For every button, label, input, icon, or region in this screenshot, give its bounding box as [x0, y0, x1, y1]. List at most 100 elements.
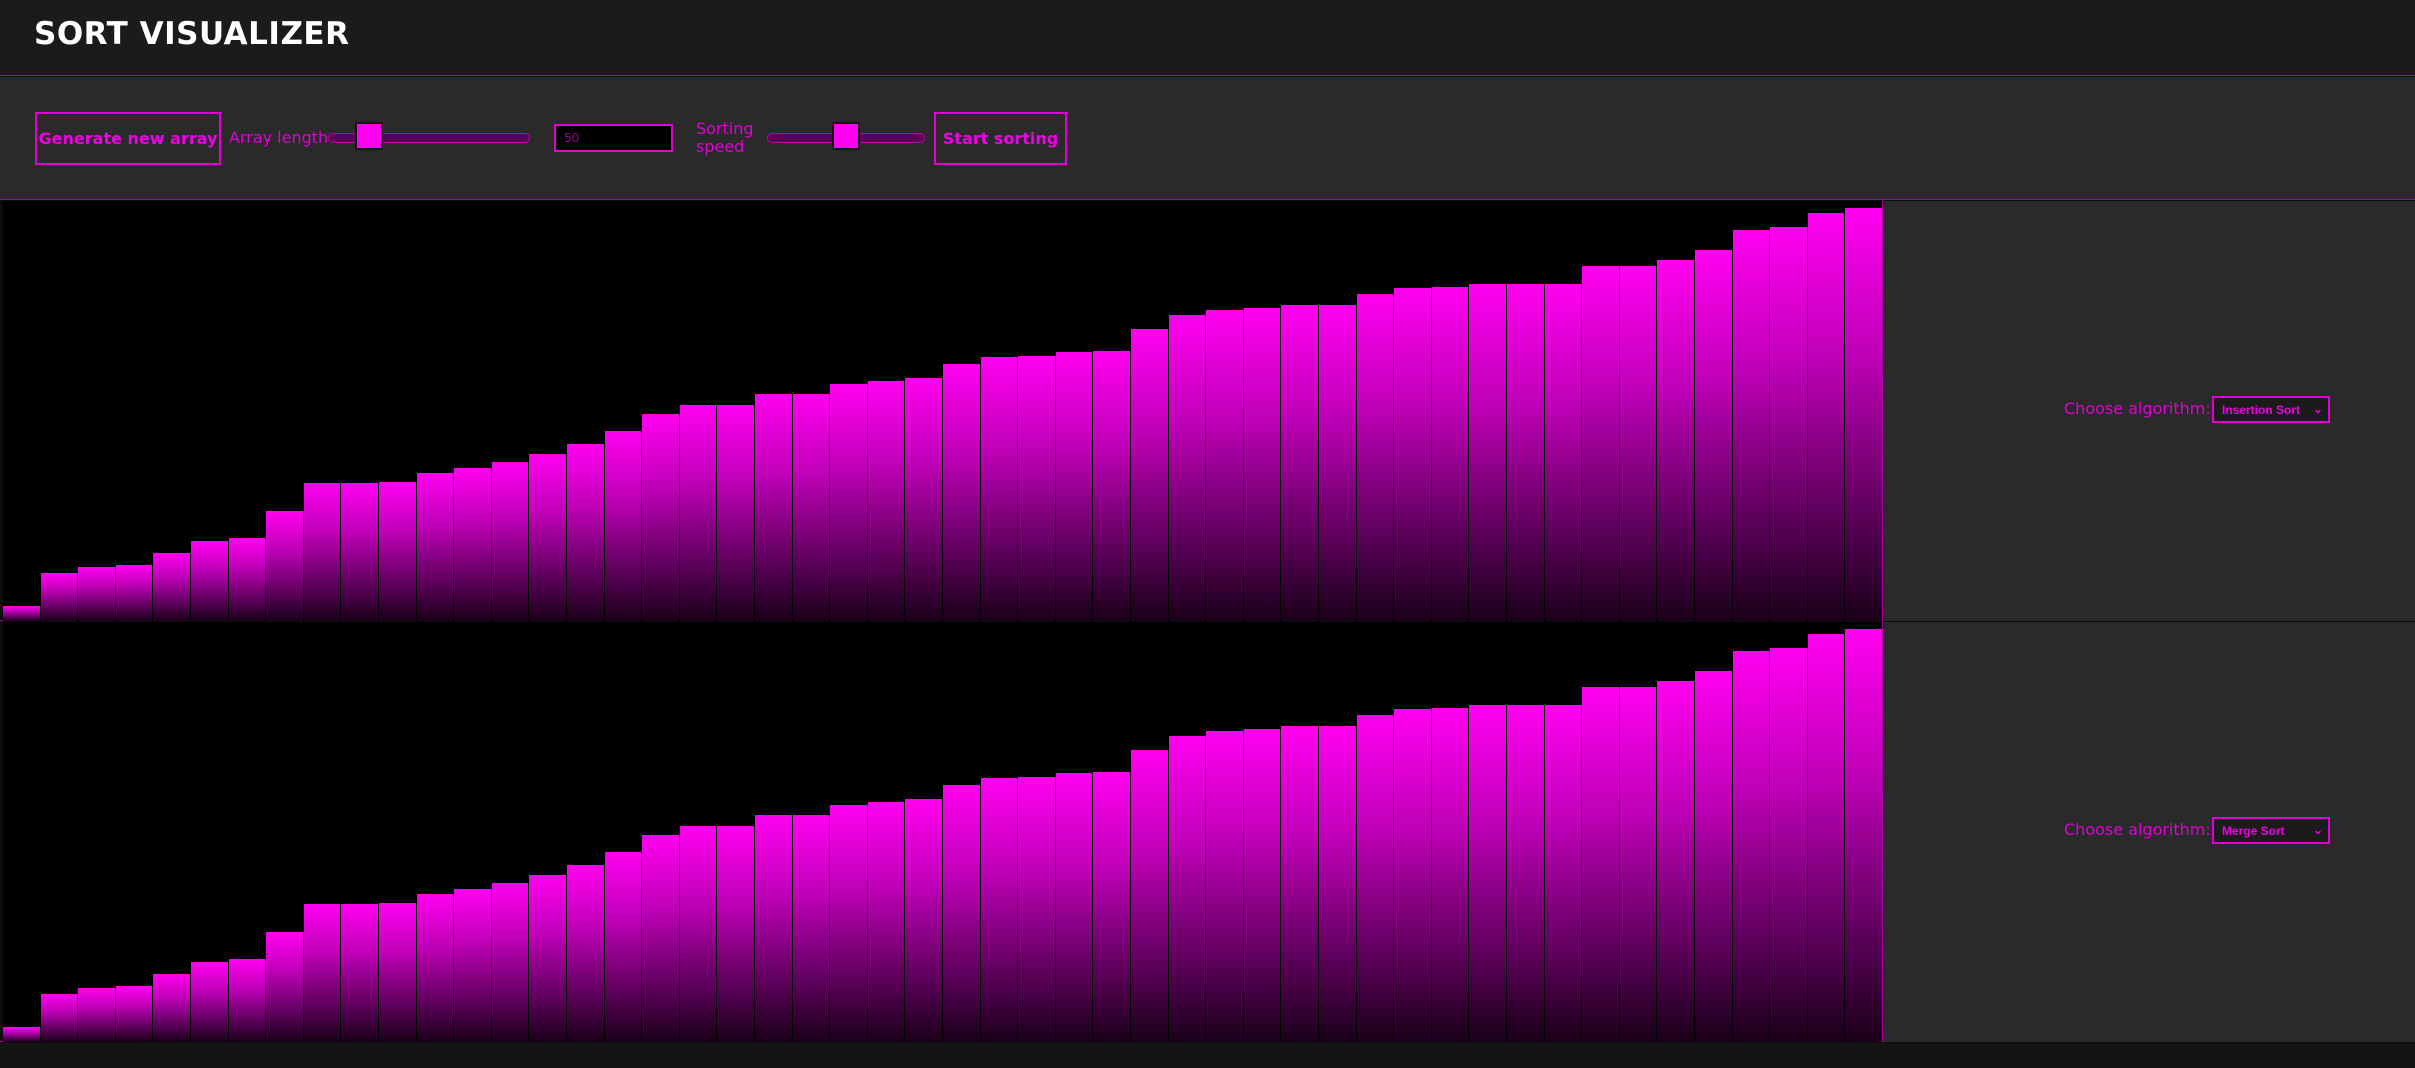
array-bar — [1281, 725, 1318, 1042]
array-bar — [943, 784, 980, 1042]
array-length-input[interactable] — [554, 124, 673, 152]
array-bar — [40, 993, 78, 1042]
sort-panel-insertion: Choose algorithm: Insertion Sort ⌄ — [0, 201, 2415, 621]
array-bar — [1469, 704, 1506, 1042]
array-bar — [454, 467, 491, 621]
array-bar — [491, 462, 529, 621]
array-bar — [1394, 709, 1431, 1042]
bar-canvas — [3, 622, 1883, 1042]
array-bar — [1018, 777, 1055, 1042]
array-bar — [78, 567, 115, 621]
algorithm-select[interactable]: Insertion Sort ⌄ — [2212, 396, 2330, 423]
array-bar — [1544, 283, 1582, 621]
array-bar — [1469, 283, 1506, 621]
array-bar — [905, 799, 942, 1042]
array-bar — [1732, 651, 1770, 1042]
array-bar — [867, 380, 905, 621]
array-bar — [604, 851, 642, 1042]
algorithm-select-value: Merge Sort — [2222, 823, 2285, 838]
array-bar — [3, 1027, 40, 1042]
array-bar — [115, 986, 153, 1042]
array-bar — [567, 443, 604, 621]
array-bar — [604, 430, 642, 621]
array-bar — [1243, 308, 1281, 621]
array-bar — [717, 404, 754, 621]
array-bar — [905, 378, 942, 621]
array-bar — [1356, 294, 1394, 621]
chevron-down-icon: ⌄ — [2312, 402, 2323, 416]
array-length-slider[interactable] — [328, 122, 530, 150]
array-bar — [679, 825, 717, 1042]
array-bar — [1319, 725, 1356, 1042]
algorithm-side-panel: Choose algorithm: Insertion Sort ⌄ — [1884, 201, 2415, 621]
array-length-slider-thumb[interactable] — [354, 122, 383, 150]
array-bar — [980, 357, 1018, 621]
array-bar — [416, 472, 454, 621]
array-bar — [1093, 772, 1130, 1042]
array-bar — [1018, 356, 1055, 621]
array-bar — [1845, 629, 1882, 1042]
array-bar — [529, 454, 566, 621]
choose-algorithm-label: Choose algorithm: — [2064, 399, 2211, 418]
array-bar — [1695, 671, 1732, 1042]
array-bar — [755, 394, 792, 621]
array-bar — [266, 931, 303, 1042]
array-bar — [1431, 708, 1469, 1042]
array-bar — [153, 973, 190, 1042]
array-bar — [191, 962, 228, 1042]
array-bar — [1619, 266, 1657, 621]
array-bar — [980, 778, 1018, 1042]
array-bar — [1206, 731, 1243, 1042]
array-bar — [1055, 773, 1093, 1042]
choose-algorithm-label: Choose algorithm: — [2064, 820, 2211, 839]
array-bar — [1807, 212, 1845, 621]
array-bar — [228, 959, 266, 1042]
sorting-speed-label: Sorting speed — [696, 119, 754, 156]
array-bar — [303, 904, 341, 1042]
array-bar — [228, 538, 266, 621]
array-bar — [1845, 208, 1882, 621]
controls-bar: Generate new array Array length Sorting … — [0, 77, 2415, 200]
array-bar — [40, 572, 78, 621]
sorting-speed-slider-thumb[interactable] — [832, 122, 860, 150]
array-bar — [379, 903, 416, 1042]
array-bar — [1431, 287, 1469, 621]
array-bar — [1544, 704, 1582, 1042]
generate-array-button[interactable]: Generate new array — [35, 112, 221, 165]
array-bar — [341, 483, 378, 621]
bar-canvas — [3, 201, 1883, 621]
array-bar — [1657, 680, 1694, 1042]
array-bar — [1582, 687, 1619, 1042]
array-bar — [1131, 329, 1168, 621]
algorithm-select[interactable]: Merge Sort ⌄ — [2212, 817, 2330, 844]
array-bar — [3, 606, 40, 621]
array-bar — [792, 394, 830, 621]
array-bar — [529, 875, 566, 1042]
array-bar — [1093, 351, 1130, 621]
array-bar — [341, 904, 378, 1042]
header: SORT VISUALIZER — [0, 0, 2415, 76]
array-bar — [1695, 250, 1732, 621]
start-sorting-button[interactable]: Start sorting — [934, 112, 1067, 165]
array-bar — [416, 893, 454, 1042]
array-bar — [191, 541, 228, 621]
array-bar — [717, 825, 754, 1042]
sorting-speed-slider[interactable] — [767, 122, 925, 150]
array-bar — [867, 801, 905, 1042]
array-bar — [1394, 288, 1431, 621]
array-bar — [1168, 315, 1206, 621]
array-bar — [642, 835, 679, 1042]
array-bar — [1356, 715, 1394, 1042]
array-bar — [1507, 283, 1544, 621]
array-bar — [567, 864, 604, 1042]
app-title: SORT VISUALIZER — [34, 16, 350, 52]
array-bar — [1770, 648, 1807, 1042]
array-bar — [153, 552, 190, 621]
array-bar — [943, 363, 980, 621]
array-bar — [379, 482, 416, 621]
array-bar — [303, 483, 341, 621]
array-bar — [1131, 750, 1168, 1042]
array-bar — [1206, 310, 1243, 621]
footer-strip — [0, 1043, 2415, 1068]
algorithm-side-panel: Choose algorithm: Merge Sort ⌄ — [1884, 622, 2415, 1042]
